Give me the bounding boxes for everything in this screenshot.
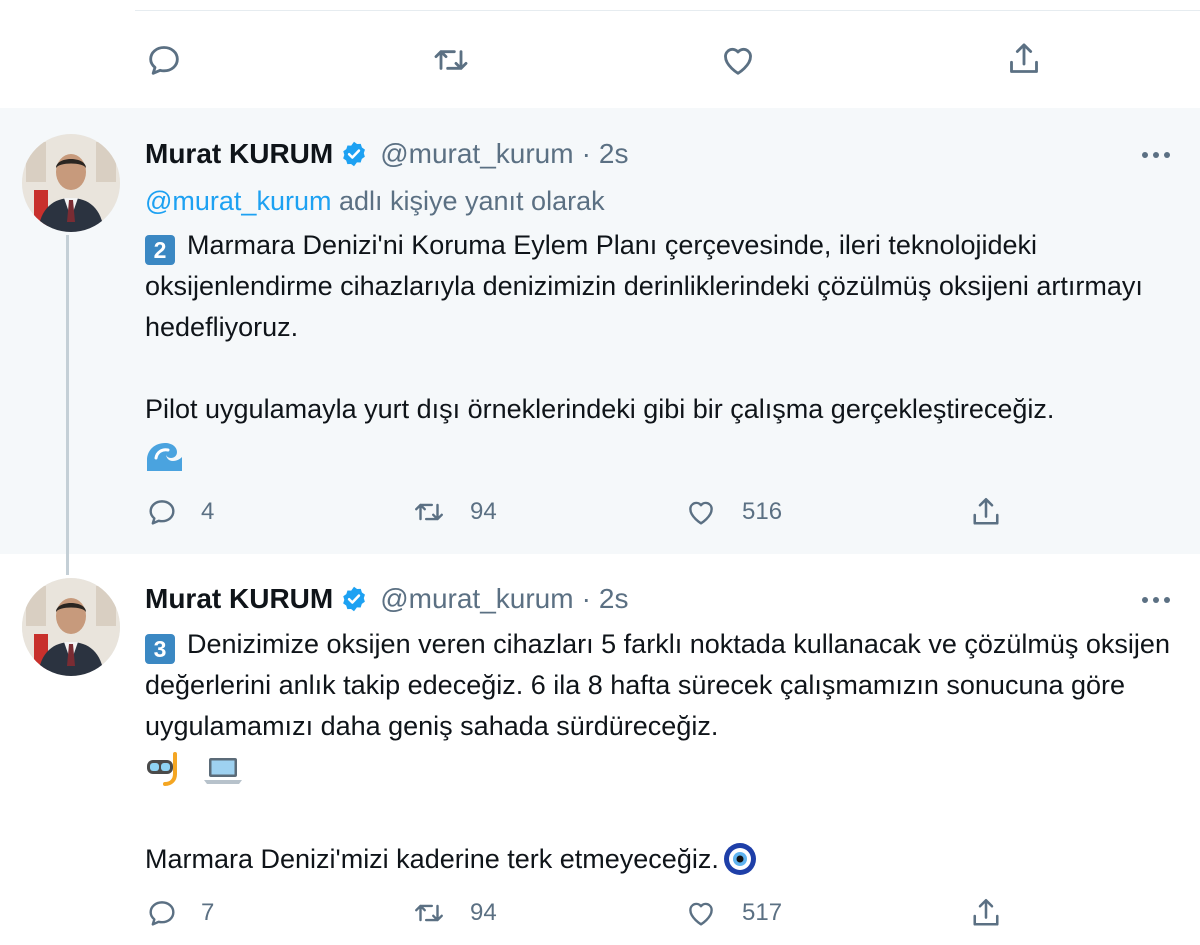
display-name[interactable]: Murat KURUM xyxy=(145,583,333,615)
thread-connector-line xyxy=(66,235,69,575)
verified-badge-icon xyxy=(340,585,368,613)
share-button[interactable] xyxy=(1004,38,1044,80)
share-icon xyxy=(973,497,999,525)
reply-icon xyxy=(149,500,175,525)
keycap-2-icon: 2 xyxy=(145,235,175,265)
like-icon xyxy=(724,47,752,75)
reply-button[interactable]: 4 xyxy=(145,495,214,529)
reply-to-link[interactable]: @murat_kurum xyxy=(145,186,331,216)
retweet-button[interactable]: 94 xyxy=(410,495,497,529)
display-name[interactable]: Murat KURUM xyxy=(145,138,333,170)
tweet-header: Murat KURUM @murat_kurum · 2s xyxy=(145,583,629,615)
keycap-3-icon: 3 xyxy=(145,634,175,664)
avatar[interactable] xyxy=(22,134,120,232)
more-dot-icon xyxy=(1153,597,1159,603)
timestamp[interactable]: 2s xyxy=(599,138,629,170)
reply-count: 4 xyxy=(201,498,215,525)
reply-count: 7 xyxy=(201,899,215,926)
tweet-actions: 7 94 517 xyxy=(0,894,1200,940)
more-options-button[interactable] xyxy=(1136,585,1176,615)
separator-dot: · xyxy=(581,583,591,614)
retweet-icon xyxy=(415,904,443,922)
retweet-count: 94 xyxy=(470,498,497,525)
nazar-amulet-icon xyxy=(723,842,757,888)
more-dot-icon xyxy=(1153,152,1159,158)
share-button[interactable] xyxy=(968,894,1004,932)
divider xyxy=(135,10,1200,11)
tweet-text: 2 Marmara Denizi'ni Koruma Eylem Planı çe… xyxy=(145,225,1175,485)
reply-icon xyxy=(149,901,175,926)
more-dot-icon xyxy=(1164,597,1170,603)
more-dot-icon xyxy=(1164,152,1170,158)
share-button[interactable] xyxy=(968,493,1004,531)
like-count: 517 xyxy=(742,899,783,926)
reply-icon xyxy=(149,46,179,75)
retweet-button[interactable] xyxy=(430,40,472,80)
diving-mask-icon xyxy=(145,752,185,798)
more-dot-icon xyxy=(1142,152,1148,158)
tweet[interactable]: Murat KURUM @murat_kurum · 2s 3 Denizimiz… xyxy=(0,554,1200,945)
reply-to-label: adlı kişiye yanıt olarak xyxy=(331,186,605,216)
retweet-icon xyxy=(415,503,443,521)
more-options-button[interactable] xyxy=(1136,140,1176,170)
user-handle[interactable]: @murat_kurum xyxy=(380,583,573,615)
share-icon xyxy=(973,898,999,926)
like-button[interactable]: 516 xyxy=(682,495,782,529)
verified-badge-icon xyxy=(340,140,368,168)
previous-tweet-actions xyxy=(0,0,1200,109)
tweet-header: Murat KURUM @murat_kurum · 2s xyxy=(145,138,629,170)
timestamp[interactable]: 2s xyxy=(599,583,629,615)
tweet-paragraph: Marmara Denizi'ni Koruma Eylem Planı çer… xyxy=(145,230,1143,342)
like-button[interactable]: 517 xyxy=(682,896,782,930)
tweet-paragraph: Pilot uygulamayla yurt dışı örneklerinde… xyxy=(145,394,1055,424)
tweet-text: 3 Denizimize oksijen veren cihazları 5 fa… xyxy=(145,624,1175,888)
separator-dot: · xyxy=(581,138,591,169)
tweet-actions: 4 94 516 xyxy=(0,491,1200,537)
more-dot-icon xyxy=(1142,597,1148,603)
tweet-paragraph: Marmara Denizi'mizi kaderine terk etmeye… xyxy=(145,844,719,874)
tweet[interactable]: Murat KURUM @murat_kurum · 2s @murat_kur… xyxy=(0,108,1200,554)
tweet-paragraph: Denizimize oksijen veren cihazları 5 far… xyxy=(145,629,1170,741)
retweet-count: 94 xyxy=(470,899,497,926)
reply-button[interactable] xyxy=(144,40,184,80)
user-handle[interactable]: @murat_kurum xyxy=(380,138,573,170)
like-icon xyxy=(689,501,713,525)
retweet-button[interactable]: 94 xyxy=(410,896,497,930)
like-icon xyxy=(689,902,713,926)
like-count: 516 xyxy=(742,498,783,525)
retweet-icon xyxy=(434,50,468,70)
like-button[interactable] xyxy=(717,40,759,80)
share-icon xyxy=(1010,43,1038,73)
reply-button[interactable]: 7 xyxy=(145,896,214,930)
laptop-icon xyxy=(203,756,243,798)
replying-to: @murat_kurum adlı kişiye yanıt olarak xyxy=(145,186,605,217)
avatar[interactable] xyxy=(22,578,120,676)
water-wave-icon xyxy=(145,441,183,485)
